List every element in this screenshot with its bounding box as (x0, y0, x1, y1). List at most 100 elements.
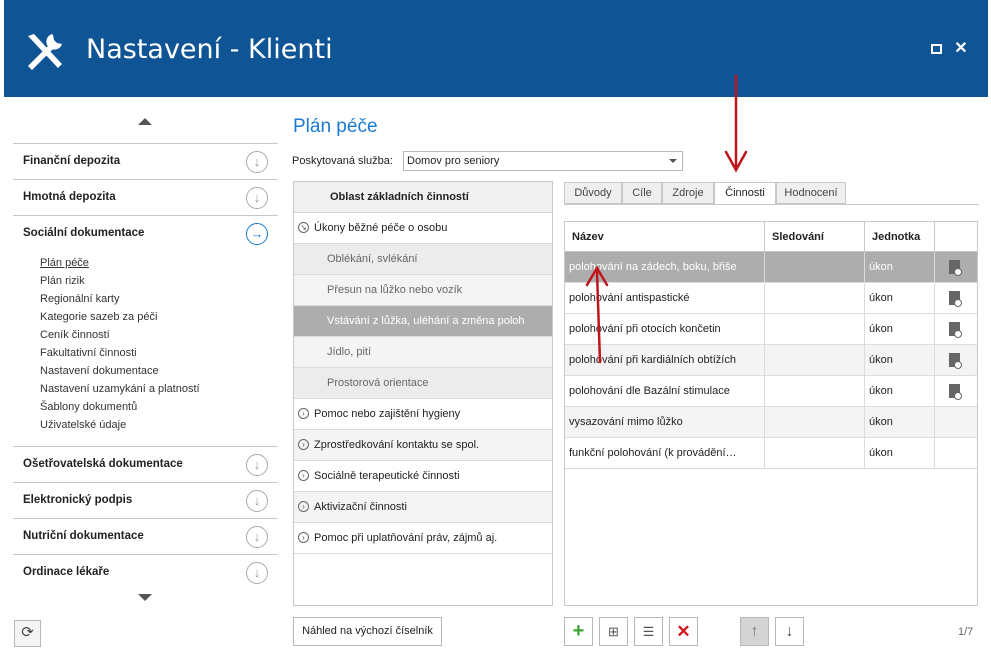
chevron-right-circle-icon: › (298, 532, 309, 543)
tab-duvody[interactable]: Důvody (564, 182, 622, 204)
sidebar: Finanční depozita ↓ Hmotná depozita ↓ So… (13, 108, 278, 614)
cell-unit: úkon (865, 314, 935, 344)
table-row[interactable]: funkční polohování (k provádění… úkon (565, 438, 977, 469)
list-item-label: Úkony běžné péče o osobu (314, 222, 448, 234)
cell-tracking (765, 252, 865, 282)
list-item[interactable]: ↘ Úkony běžné péče o osobu (294, 213, 552, 244)
table-row[interactable]: polohování dle Bazální stimulace úkon (565, 376, 977, 407)
pager: 1/7 (958, 626, 974, 638)
chevron-down-circle-icon: ↓ (246, 490, 268, 512)
move-up-button[interactable]: ↑ (740, 617, 769, 646)
cell-action (935, 376, 977, 406)
cell-unit: úkon (865, 252, 935, 282)
cell-name: polohování při otocích končetin (565, 314, 765, 344)
cell-action (935, 438, 977, 468)
sidebar-section-financni-depozita[interactable]: Finanční depozita ↓ (13, 143, 278, 179)
sidebar-item-plan-pece[interactable]: Plán péče (40, 256, 200, 274)
sidebar-section-elektronicky-podpis[interactable]: Elektronický podpis ↓ (13, 482, 278, 518)
document-clock-icon[interactable] (949, 353, 962, 369)
list-item-label: Sociálně terapeutické činnosti (314, 470, 460, 482)
activity-area-header: Oblast základních činností (294, 182, 552, 213)
tab-hodnoceni[interactable]: Hodnocení (776, 182, 846, 204)
list-item[interactable]: › Pomoc nebo zajištění hygieny (294, 399, 552, 430)
maximize-icon[interactable] (930, 42, 944, 56)
chevron-right-circle-icon: → (246, 223, 268, 245)
cell-unit: úkon (865, 438, 935, 468)
document-clock-icon[interactable] (949, 291, 962, 307)
move-up-icon: ↑ (750, 623, 759, 640)
sidebar-subitems: Plán péče Plán rizik Regionální karty Ka… (40, 256, 200, 436)
sidebar-section-nutricni-dokumentace[interactable]: Nutriční dokumentace ↓ (13, 518, 278, 554)
close-icon[interactable]: ✕ (954, 41, 968, 57)
list-item[interactable]: Jídlo, pití (294, 337, 552, 368)
add-icon: + (572, 620, 585, 642)
sidebar-item-nastaveni-uzamykani[interactable]: Nastavení uzamykání a platností (40, 382, 200, 400)
tab-cile[interactable]: Cíle (622, 182, 662, 204)
sidebar-item-sablony-dokumentu[interactable]: Šablony dokumentů (40, 400, 200, 418)
cell-tracking (765, 283, 865, 313)
service-label: Poskytovaná služba: (292, 155, 393, 167)
list-item-label: Aktivizační činnosti (314, 501, 407, 513)
list-item-label: Pomoc při uplatňování práv, zájmů aj. (314, 532, 498, 544)
cell-unit: úkon (865, 283, 935, 313)
activity-area-list: Oblast základních činností ↘ Úkony běžné… (293, 181, 553, 606)
window-title: Nastavení - Klienti (86, 34, 333, 65)
table-row[interactable]: polohování při otocích končetin úkon (565, 314, 977, 345)
service-select[interactable]: Domov pro seniory (403, 151, 683, 171)
table-row[interactable]: polohování na zádech, boku, břiše úkon (565, 252, 977, 283)
scroll-up-icon[interactable] (138, 118, 152, 125)
table-row[interactable]: polohování při kardiálních obtížích úkon (565, 345, 977, 376)
list-item[interactable]: Prostorová orientace (294, 368, 552, 399)
sidebar-section-ordinace-lekare[interactable]: Ordinace lékaře ↓ (13, 554, 278, 590)
document-clock-icon[interactable] (949, 384, 962, 400)
list-item[interactable]: Přesun na lůžko nebo vozík (294, 275, 552, 306)
sidebar-item-plan-rizik[interactable]: Plán rizik (40, 274, 200, 292)
cell-unit: úkon (865, 407, 935, 437)
delete-button[interactable]: ✕ (669, 617, 698, 646)
sidebar-item-kategorie-sazeb[interactable]: Kategorie sazeb za péči (40, 310, 200, 328)
refresh-icon: ⟳ (21, 624, 34, 641)
refresh-button[interactable]: ⟳ (14, 620, 41, 647)
column-header-sledovani[interactable]: Sledování (765, 222, 865, 252)
sidebar-item-regionalni-karty[interactable]: Regionální karty (40, 292, 200, 310)
cell-unit: úkon (865, 345, 935, 375)
add-button[interactable]: + (564, 617, 593, 646)
sidebar-item-uzivatelske-udaje[interactable]: Uživatelské údaje (40, 418, 200, 436)
document-clock-icon[interactable] (949, 322, 962, 338)
table-row[interactable]: polohování antispastické úkon (565, 283, 977, 314)
cell-name: polohování antispastické (565, 283, 765, 313)
cell-tracking (765, 438, 865, 468)
list-item[interactable]: Vstávání z lůžka, uléhání a změna poloh (294, 306, 552, 337)
column-header-jednotka[interactable]: Jednotka (865, 222, 935, 252)
preview-default-catalog-button[interactable]: Náhled na výchozí číselník (293, 617, 442, 646)
list-item[interactable]: › Zprostředkování kontaktu se spol. (294, 430, 552, 461)
sidebar-section-osetrovatelska-dokumentace[interactable]: Ošetřovatelská dokumentace ↓ (13, 446, 278, 482)
column-header-nazev[interactable]: Název (565, 222, 765, 252)
chevron-right-circle-icon: › (298, 408, 309, 419)
table-row[interactable]: vysazování mimo lůžko úkon (565, 407, 977, 438)
move-down-button[interactable]: ↓ (775, 617, 804, 646)
add-sub-icon: ⊞ (608, 624, 619, 639)
chevron-right-circle-icon: › (298, 439, 309, 450)
cell-unit: úkon (865, 376, 935, 406)
sidebar-item-cenik-cinnosti[interactable]: Ceník činností (40, 328, 200, 346)
title-bar: Nastavení - Klienti ✕ (4, 0, 988, 97)
tab-zdroje[interactable]: Zdroje (662, 182, 714, 204)
sidebar-section-hmotna-depozita[interactable]: Hmotná depozita ↓ (13, 179, 278, 215)
list-item[interactable]: › Aktivizační činnosti (294, 492, 552, 523)
sidebar-section-socialni-dokumentace[interactable]: Sociální dokumentace → (13, 215, 278, 251)
column-header-actions (935, 222, 977, 252)
tab-cinnosti[interactable]: Činnosti (714, 182, 776, 205)
activities-table: Název Sledování Jednotka polohování na z… (564, 221, 978, 606)
list-item[interactable]: › Pomoc při uplatňování práv, zájmů aj. (294, 523, 552, 554)
sidebar-item-fakultativni-cinnosti[interactable]: Fakultativní činnosti (40, 346, 200, 364)
edit-button[interactable]: ☰ (634, 617, 663, 646)
service-select-value: Domov pro seniory (407, 155, 500, 167)
list-item[interactable]: Oblékání, svlékání (294, 244, 552, 275)
document-clock-icon[interactable] (949, 260, 962, 276)
list-item[interactable]: › Sociálně terapeutické činnosti (294, 461, 552, 492)
move-down-icon: ↓ (785, 623, 794, 640)
add-subitem-button[interactable]: ⊞ (599, 617, 628, 646)
scroll-down-icon[interactable] (138, 594, 152, 601)
sidebar-item-nastaveni-dokumentace[interactable]: Nastavení dokumentace (40, 364, 200, 382)
